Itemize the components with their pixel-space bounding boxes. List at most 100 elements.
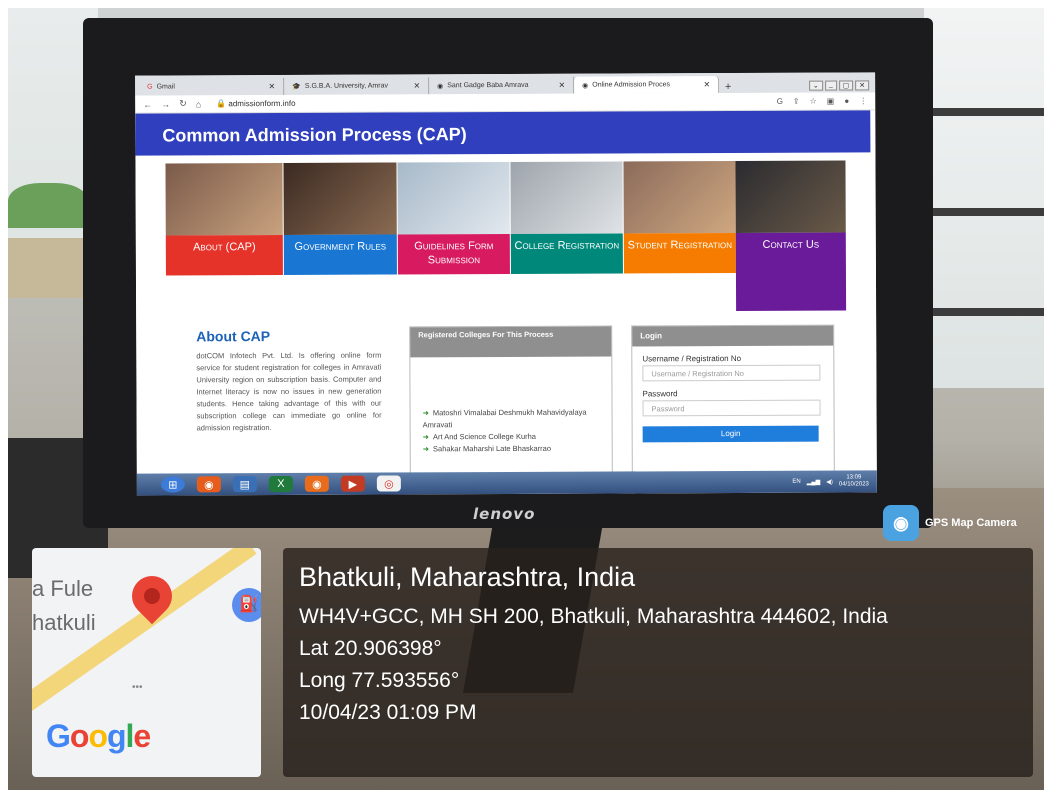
login-panel: Login Username / Registration No Usernam… bbox=[631, 324, 835, 486]
login-button[interactable]: Login bbox=[642, 425, 819, 443]
clock-date: 04/10/2023 bbox=[838, 481, 869, 488]
arrow-icon: ➜ bbox=[422, 408, 429, 418]
volume-icon[interactable]: ◀) bbox=[826, 478, 833, 485]
college-name: Art And Science College Kurha bbox=[432, 431, 536, 442]
login-header: Login bbox=[632, 325, 834, 347]
share-icon[interactable]: ⇪ bbox=[793, 97, 800, 106]
window-bar bbox=[924, 308, 1044, 316]
start-icon[interactable]: ⊞ bbox=[160, 476, 185, 493]
browser-tab[interactable]: ◉ Sant Gadge Baba Amrava ✕ bbox=[429, 76, 575, 95]
latitude: Lat 20.906398° bbox=[299, 637, 442, 660]
college-name: Matoshri Vimalabai Deshmukh Mahavidyalay… bbox=[422, 407, 587, 430]
close-icon[interactable]: ✕ bbox=[703, 80, 710, 89]
nav-label: Student Registration bbox=[623, 232, 736, 274]
monitor-screen: G Gmail ✕ 🎓 S.G.B.A. University, Amrav ✕ ◉ Sa… bbox=[135, 72, 877, 496]
window-bar bbox=[924, 108, 1044, 116]
main-nav: About (CAP) Government Rules Guidelines … bbox=[165, 160, 847, 314]
colleges-header: Registered Colleges For This Process bbox=[410, 326, 612, 358]
forward-icon[interactable]: → bbox=[161, 99, 170, 109]
minimize-icon[interactable]: _ bbox=[824, 80, 837, 91]
browser-tab-active[interactable]: ◉ Online Admission Proces ✕ bbox=[574, 76, 720, 94]
lock-icon: 🔒 bbox=[216, 99, 227, 109]
nav-label: Government Rules bbox=[283, 234, 397, 275]
clock[interactable]: 13:09 04/10/2023 bbox=[839, 474, 869, 488]
network-icon[interactable]: ▂▄▆ bbox=[807, 478, 821, 485]
college-name: Sahakar Maharshi Late Bhaskarrao bbox=[432, 443, 552, 454]
language-indicator[interactable]: EN bbox=[792, 479, 800, 485]
nav-image bbox=[283, 162, 397, 235]
close-icon[interactable]: ✕ bbox=[413, 81, 420, 90]
nav-student-registration[interactable]: Student Registration bbox=[623, 160, 736, 311]
close-icon[interactable]: ✕ bbox=[268, 82, 275, 91]
list-item[interactable]: ➜ Sahakar Maharshi Late Bhaskarrao bbox=[423, 443, 612, 456]
list-item[interactable]: ➜ Matoshri Vimalabai Deshmukh Mahavidyala… bbox=[423, 407, 612, 432]
nav-about-cap[interactable]: About (CAP) bbox=[165, 162, 283, 314]
nav-guidelines[interactable]: Guidelines Form Submission bbox=[397, 161, 510, 312]
globe-icon: ◉ bbox=[582, 82, 589, 90]
nav-image bbox=[510, 161, 623, 234]
username-input[interactable]: Username / Registration No bbox=[642, 364, 821, 382]
tab-label: Sant Gadge Baba Amrava bbox=[447, 81, 529, 90]
page-content: About CAP dotCOM Infotech Pvt. Ltd. Is o… bbox=[136, 315, 877, 487]
window-controls: ⌄ _ ▢ ✕ bbox=[803, 78, 875, 92]
sidepanel-icon[interactable]: ▣ bbox=[827, 97, 835, 106]
close-icon[interactable]: ✕ bbox=[558, 81, 565, 90]
back-icon[interactable]: ← bbox=[143, 99, 152, 109]
fuel-station-icon: ⛽ bbox=[232, 588, 261, 622]
registered-colleges-panel: Registered Colleges For This Process ➜ Ma… bbox=[409, 325, 613, 487]
excel-icon[interactable]: X bbox=[268, 475, 293, 493]
longitude: Long 77.593556° bbox=[299, 669, 460, 692]
list-item[interactable]: ➜ Art And Science College Kurha bbox=[423, 431, 612, 444]
nav-label: College Registration bbox=[510, 233, 623, 274]
url-text: admissionform.info bbox=[228, 98, 296, 109]
window-bar bbox=[924, 208, 1044, 216]
arrow-icon: ➜ bbox=[422, 432, 429, 442]
browser-tab[interactable]: G Gmail ✕ bbox=[139, 77, 285, 96]
gps-info-panel: Bhatkuli, Maharashtra, India WH4V+GCC, M… bbox=[283, 548, 1033, 777]
globe-icon: ◉ bbox=[437, 82, 444, 90]
taskbar: ⊞ ◉ ▤ X ◉ ▶ ◎ EN ▂▄▆ ◀) 13:09 04/10/2023 bbox=[136, 470, 877, 496]
menu-icon[interactable]: ⋮ bbox=[859, 96, 867, 105]
arrow-icon: ➜ bbox=[422, 444, 430, 454]
nav-contact-us[interactable]: Contact Us bbox=[735, 160, 847, 311]
about-text: dotCOM Infotech Pvt. Ltd. Is offering on… bbox=[196, 350, 382, 433]
maximize-icon[interactable]: ▢ bbox=[838, 80, 854, 91]
browser-tab[interactable]: 🎓 S.G.B.A. University, Amrav ✕ bbox=[284, 77, 430, 95]
document-icon[interactable]: ▤ bbox=[232, 476, 257, 493]
star-icon[interactable]: ☆ bbox=[810, 97, 817, 106]
nav-image bbox=[397, 161, 510, 235]
nav-image bbox=[735, 160, 846, 233]
nav-label: About (CAP) bbox=[165, 234, 283, 276]
url-field[interactable]: 🔒 admissionform.info bbox=[216, 99, 295, 108]
new-tab-icon[interactable]: + bbox=[719, 81, 737, 93]
monitor-brand-logo: lenovo bbox=[473, 505, 536, 523]
more-dots-icon: ••• bbox=[132, 682, 143, 693]
nav-government-rules[interactable]: Government Rules bbox=[283, 162, 397, 312]
tab-label: S.G.B.A. University, Amrav bbox=[304, 82, 388, 90]
firefox-icon[interactable]: ◉ bbox=[304, 475, 329, 492]
map-pin-dot bbox=[140, 584, 164, 608]
window-right bbox=[924, 8, 1044, 388]
firefox-icon[interactable]: ◉ bbox=[196, 476, 221, 493]
password-input[interactable]: Password bbox=[642, 399, 821, 417]
chrome-icon[interactable]: ◎ bbox=[376, 475, 401, 492]
gmail-icon: G bbox=[147, 83, 153, 91]
close-window-icon[interactable]: ✕ bbox=[855, 80, 870, 91]
nav-college-registration[interactable]: College Registration bbox=[510, 161, 623, 311]
nav-label: Guidelines Form Submission bbox=[397, 233, 510, 275]
page-title: Common Admission Process (CAP) bbox=[135, 110, 871, 156]
home-icon[interactable]: ⌂ bbox=[196, 99, 201, 109]
web-page: Common Admission Process (CAP) About (CA… bbox=[135, 110, 877, 487]
password-label: Password bbox=[642, 389, 678, 399]
plants bbox=[8, 183, 88, 228]
chevron-down-icon[interactable]: ⌄ bbox=[808, 80, 823, 91]
google-icon[interactable]: G bbox=[777, 97, 783, 106]
tab-label: Gmail bbox=[156, 83, 175, 91]
media-icon[interactable]: ▶ bbox=[340, 475, 365, 492]
gps-app-badge: ◉ GPS Map Camera bbox=[883, 505, 1017, 541]
university-icon: 🎓 bbox=[292, 83, 301, 91]
reload-icon[interactable]: ↻ bbox=[179, 98, 187, 109]
gps-app-name: GPS Map Camera bbox=[925, 517, 1017, 529]
profile-icon[interactable]: ● bbox=[844, 97, 849, 106]
about-title: About CAP bbox=[196, 328, 271, 345]
